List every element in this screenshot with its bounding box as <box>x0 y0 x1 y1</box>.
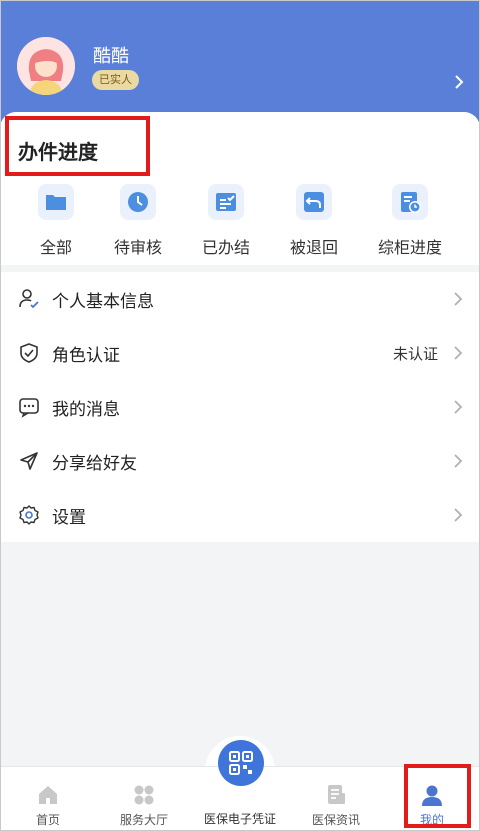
menu-item-personal-info[interactable]: 个人基本信息 <box>0 272 480 326</box>
highlight-box-title <box>5 116 150 176</box>
document-clock-icon <box>392 184 428 220</box>
status-label: 已办结 <box>201 238 250 257</box>
menu-item-messages[interactable]: 我的消息 <box>0 380 480 434</box>
menu-item-label: 个人基本信息 <box>52 292 154 312</box>
status-returned[interactable]: 被退回 <box>274 184 354 258</box>
folder-icon <box>38 184 74 220</box>
status-pending[interactable]: 待审核 <box>98 184 178 258</box>
highlight-box-tab <box>404 764 471 828</box>
tab-label: 医保资讯 <box>311 813 360 827</box>
chevron-right-icon <box>454 508 463 522</box>
gear-icon <box>19 505 39 525</box>
status-label: 综柜进度 <box>377 238 442 257</box>
chevron-right-icon[interactable] <box>449 72 469 92</box>
shield-check-icon <box>20 343 38 363</box>
status-counter-progress[interactable]: 综柜进度 <box>370 184 450 258</box>
tab-label: 服务大厅 <box>119 813 168 827</box>
menu-item-settings[interactable]: 设置 <box>0 488 480 542</box>
tab-insurance-voucher[interactable] <box>218 740 264 786</box>
user-name: 酷酷 <box>93 46 129 67</box>
status-completed[interactable]: 已办结 <box>186 184 266 258</box>
grid-icon <box>134 785 154 805</box>
status-label: 待审核 <box>113 238 162 257</box>
tab-label: 医保电子凭证 <box>203 812 276 826</box>
send-icon <box>20 452 38 470</box>
menu-item-label: 设置 <box>52 508 86 528</box>
return-arrow-icon <box>296 184 332 220</box>
qr-code-icon <box>229 751 253 775</box>
verification-badge: 已实人 <box>92 70 139 90</box>
tab-home[interactable]: 首页 <box>0 767 96 831</box>
user-check-icon <box>19 289 39 309</box>
menu-item-label: 角色认证 <box>52 346 120 366</box>
completed-document-icon <box>208 184 244 220</box>
tab-news[interactable]: 医保资讯 <box>288 767 384 831</box>
auth-status: 未认证 <box>392 345 438 363</box>
chevron-right-icon <box>454 454 463 468</box>
chevron-right-icon <box>454 400 463 414</box>
menu-list: 个人基本信息 角色认证 未认证 我的消息 分享给好友 设置 <box>0 272 480 542</box>
status-all[interactable]: 全部 <box>16 184 96 258</box>
news-icon <box>328 785 345 804</box>
tab-service-hall[interactable]: 服务大厅 <box>96 767 192 831</box>
status-label: 被退回 <box>289 238 338 257</box>
chevron-right-icon <box>454 346 463 360</box>
avatar[interactable] <box>17 37 75 95</box>
menu-item-share[interactable]: 分享给好友 <box>0 434 480 488</box>
menu-item-label: 分享给好友 <box>52 454 137 474</box>
tab-label: 首页 <box>35 813 60 827</box>
clock-icon <box>120 184 156 220</box>
status-label: 全部 <box>39 238 72 257</box>
home-icon <box>39 786 57 804</box>
chevron-right-icon <box>454 292 463 306</box>
menu-item-role-auth[interactable]: 角色认证 未认证 <box>0 326 480 380</box>
menu-item-label: 我的消息 <box>52 400 120 420</box>
message-icon <box>19 398 39 418</box>
